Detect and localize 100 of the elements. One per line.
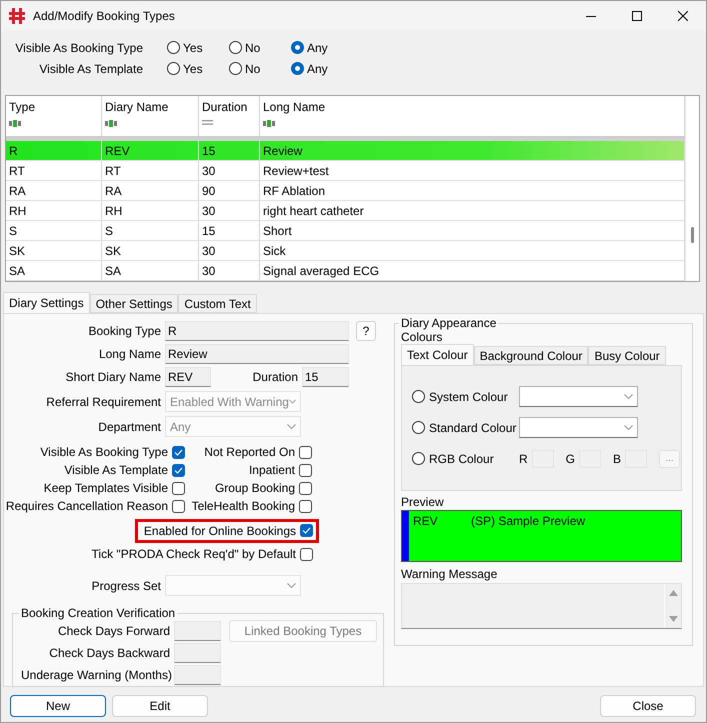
table-row[interactable]: SK SK 30 Sick (6, 241, 685, 261)
field-label: Referral Requirement (45, 394, 162, 408)
radio-button[interactable] (291, 41, 304, 54)
table-row[interactable]: SA SA 30 Signal averaged ECG (6, 261, 685, 281)
dialog-button[interactable]: Close (600, 695, 696, 717)
checkmark-icon (174, 448, 183, 456)
table-cell: SA (6, 261, 102, 280)
tab[interactable]: Busy Colour (588, 346, 666, 365)
checkbox-label: Keep Templates Visible (44, 481, 168, 495)
tab[interactable]: Other Settings (90, 294, 178, 313)
checkbox[interactable] (172, 464, 185, 476)
checkbox-label: Inpatient (248, 463, 295, 477)
checkbox[interactable] (172, 482, 185, 494)
linked-booking-types-button[interactable]: Linked Booking Types (229, 620, 377, 642)
checkbox-label: Requires Cancellation Reason (6, 499, 168, 513)
checkbox-label: Visible As Booking Type (40, 445, 168, 459)
table-cell: 30 (199, 161, 260, 180)
radio-button[interactable] (167, 62, 180, 75)
table-cell: Review+test (260, 161, 685, 180)
close-icon (678, 11, 688, 21)
text-area[interactable] (401, 583, 682, 629)
checkbox-label: Group Booking (214, 481, 295, 495)
checkbox-label: Enabled for Online Bookings (144, 524, 296, 538)
group-title: Booking Creation Verification (20, 606, 176, 620)
radio-label: Standard Colour (429, 420, 516, 434)
section-label: Preview (401, 495, 445, 509)
tab[interactable]: Diary Settings (3, 292, 90, 313)
text-filter-icon[interactable] (9, 120, 22, 127)
dropdown[interactable] (519, 386, 638, 407)
table-cell: RT (102, 161, 199, 180)
table-cell: RA (6, 181, 102, 200)
input-field[interactable]: 15 (302, 367, 349, 387)
field-label: Booking Type (88, 324, 162, 338)
table-row[interactable]: RT RT 30 Review+test (6, 161, 685, 181)
radio-button[interactable] (291, 62, 304, 75)
checkbox[interactable] (300, 524, 313, 537)
table-row[interactable]: R REV 15 Review (6, 141, 685, 161)
text-filter-icon[interactable] (105, 120, 118, 127)
radio-button[interactable] (167, 41, 180, 54)
radio-label: System Colour (429, 390, 508, 404)
equals-filter-icon[interactable] (202, 120, 213, 125)
radio-label: Yes (183, 62, 203, 76)
dialog-button[interactable]: New (10, 695, 106, 717)
column-header[interactable]: Long Name (260, 96, 685, 136)
table-cell: RA (102, 181, 199, 200)
table-cell: Short (260, 221, 685, 240)
table-row[interactable]: S S 15 Short (6, 221, 685, 241)
maximize-icon (632, 11, 642, 21)
checkbox[interactable] (172, 500, 185, 512)
input-field[interactable] (174, 621, 221, 641)
input-field[interactable]: R (165, 321, 349, 341)
checkbox-label: Visible As Template (64, 463, 168, 477)
checkbox[interactable] (299, 500, 312, 512)
scroll-up-icon (668, 590, 678, 596)
tab[interactable]: Custom Text (178, 294, 257, 313)
text-filter-icon[interactable] (263, 120, 276, 127)
input-field[interactable]: REV (165, 367, 211, 387)
tab[interactable]: Text Colour (401, 344, 474, 365)
checkbox[interactable] (299, 446, 312, 458)
radio-label: Any (307, 40, 328, 54)
channel-label: B (613, 452, 622, 466)
checkmark-icon (302, 527, 311, 534)
window-title: Add/Modify Booking Types (33, 9, 176, 23)
table-row[interactable]: RA RA 90 RF Ablation (6, 181, 685, 201)
radio-button[interactable] (229, 62, 242, 75)
radio-button[interactable] (412, 390, 425, 403)
checkbox[interactable] (299, 464, 312, 476)
radio-button[interactable] (412, 452, 425, 465)
table-cell: R (6, 141, 102, 160)
checkbox[interactable] (172, 446, 185, 458)
radio-button[interactable] (229, 41, 242, 54)
input-field[interactable] (174, 643, 221, 663)
table-cell: 15 (199, 221, 260, 240)
chevron-down-icon (287, 424, 296, 429)
column-header[interactable]: Type (6, 96, 102, 136)
table-cell: 30 (199, 241, 260, 260)
checkbox-label: Tick "PRODA Check Req'd" by Default (92, 547, 296, 561)
radio-label: No (245, 62, 260, 76)
table-cell: SK (6, 241, 102, 260)
input-field[interactable] (174, 665, 221, 685)
field-label: Short Diary Name (64, 370, 162, 384)
filter-label: Visible As Template (38, 62, 143, 76)
radio-button[interactable] (412, 421, 425, 434)
checkbox[interactable] (300, 548, 313, 560)
dropdown[interactable] (519, 417, 638, 438)
tab[interactable]: Background Colour (474, 346, 588, 365)
column-header[interactable]: Diary Name (102, 96, 199, 136)
dialog-button[interactable]: Edit (112, 695, 208, 717)
table-row[interactable]: RH RH 30 right heart catheter (6, 201, 685, 221)
group-title: Diary Appearance (400, 316, 498, 330)
field-label: Department (97, 420, 162, 434)
help-button[interactable]: ? (356, 321, 376, 341)
column-header[interactable]: Duration (199, 96, 260, 136)
input-field[interactable]: Review (165, 344, 349, 364)
table-cell: S (102, 221, 199, 240)
checkbox[interactable] (299, 482, 312, 494)
table-cell: RH (102, 201, 199, 220)
table-cell: Signal averaged ECG (260, 261, 685, 280)
field-label: Check Days Backward (48, 646, 171, 660)
field-label: Progress Set (90, 578, 162, 592)
